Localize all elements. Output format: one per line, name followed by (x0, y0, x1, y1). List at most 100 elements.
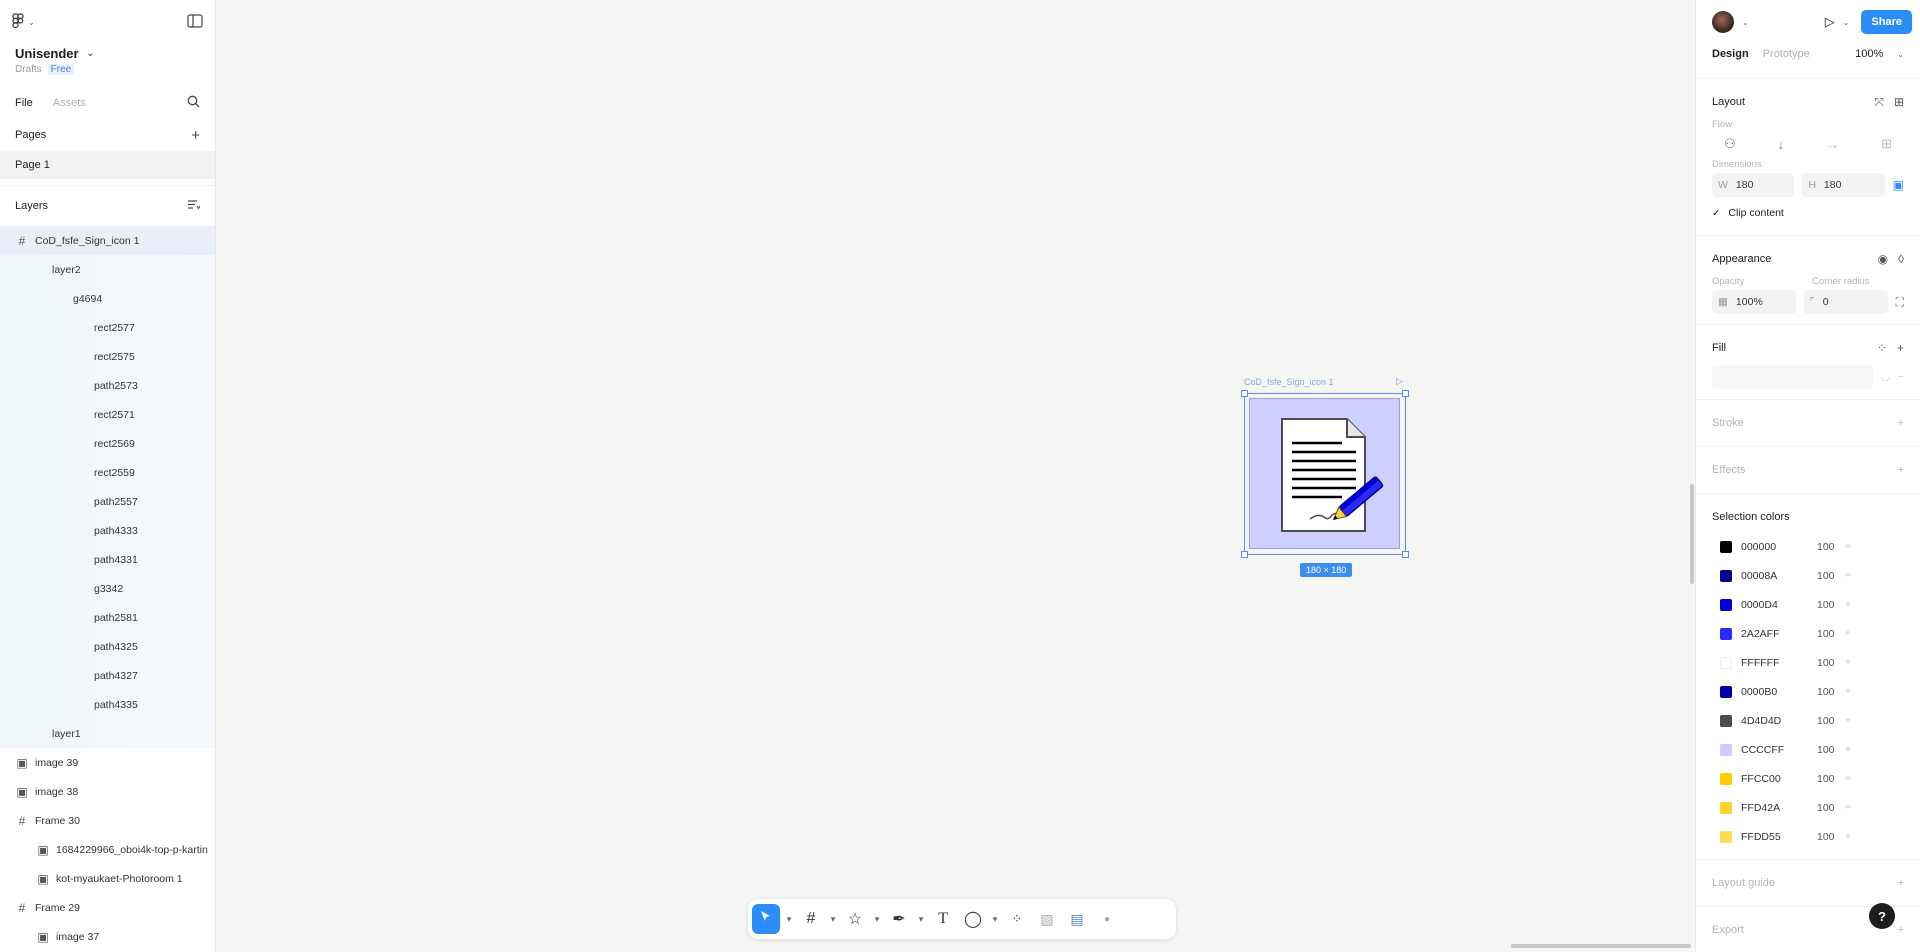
dev-mode-button[interactable]: ▧ (1034, 904, 1060, 934)
resize-to-fit-icon[interactable]: ⤧ (1874, 95, 1884, 110)
layer-item[interactable]: g3342 (0, 574, 215, 603)
layer-item[interactable]: rect2569 (0, 429, 215, 458)
select-matching-icon[interactable]: ⌖ (1845, 598, 1851, 611)
selection-color-row[interactable]: FFCC00 100 ⌖ (1712, 764, 1904, 793)
resize-handle-nw[interactable] (1241, 390, 1248, 397)
tab-file[interactable]: File (15, 97, 33, 109)
comment-tool-chevron-down-icon[interactable]: ▾ (990, 904, 1000, 934)
select-matching-icon[interactable]: ⌖ (1845, 830, 1851, 843)
color-hex[interactable]: 00008A (1741, 570, 1817, 582)
color-swatch[interactable] (1720, 743, 1732, 756)
chevron-down-icon[interactable]: ⌄ (1843, 18, 1850, 27)
color-hex[interactable]: 4D4D4D (1741, 715, 1817, 727)
color-opacity[interactable]: 100 (1817, 657, 1845, 669)
layer-item[interactable]: path4325 (0, 632, 215, 661)
eye-icon[interactable]: ◉ (1878, 252, 1888, 266)
color-opacity[interactable]: 100 (1817, 715, 1845, 727)
text-tool-button[interactable]: T (930, 904, 956, 934)
horizontal-scrollbar[interactable] (1511, 944, 1691, 948)
independent-corners-icon[interactable]: ⛶ (1896, 295, 1904, 310)
height-field[interactable]: H 180 (1802, 173, 1885, 197)
resize-handle-sw[interactable] (1241, 551, 1248, 558)
add-effect-icon[interactable]: + (1898, 464, 1904, 476)
layer-item[interactable]: rect2577 (0, 313, 215, 342)
selection-color-row[interactable]: FFFFFF 100 ⌖ (1712, 648, 1904, 677)
layer-item[interactable]: path2557 (0, 487, 215, 516)
color-opacity[interactable]: 100 (1817, 628, 1845, 640)
color-opacity[interactable]: 100 (1817, 686, 1845, 698)
layer-item[interactable]: layer2 (0, 255, 215, 284)
color-opacity[interactable]: 100 (1817, 541, 1845, 553)
select-matching-icon[interactable]: ⌖ (1845, 540, 1851, 553)
layer-item[interactable]: rect2559 (0, 458, 215, 487)
selection-color-row[interactable]: 4D4D4D 100 ⌖ (1712, 706, 1904, 735)
share-button[interactable]: Share (1861, 10, 1912, 34)
layer-item[interactable]: layer1 (0, 719, 215, 748)
select-matching-icon[interactable]: ⌖ (1845, 656, 1851, 669)
remove-fill-icon[interactable]: − (1898, 371, 1904, 383)
selection-color-row[interactable]: 000000 100 ⌖ (1712, 532, 1904, 561)
frame-name-label[interactable]: CoD_fsfe_Sign_icon 1 (1244, 377, 1334, 387)
color-swatch[interactable] (1720, 627, 1732, 640)
color-swatch[interactable] (1720, 801, 1732, 814)
present-play-icon[interactable]: ▷ (1825, 14, 1835, 30)
canvas[interactable] (217, 0, 1694, 952)
corner-radius-field[interactable]: ⌜ 0 (1803, 290, 1888, 314)
color-swatch[interactable] (1720, 540, 1732, 553)
color-hex[interactable]: FFCC00 (1741, 773, 1817, 785)
width-field[interactable]: W 180 (1712, 173, 1795, 197)
color-swatch[interactable] (1720, 714, 1732, 727)
flow-grid-icon[interactable]: ⊞ (1881, 136, 1892, 152)
design-mode-button[interactable]: ▤ (1064, 904, 1090, 934)
selection-color-row[interactable]: 0000B0 100 ⌖ (1712, 677, 1904, 706)
color-opacity[interactable]: 100 (1817, 773, 1845, 785)
color-hex[interactable]: FFFFFF (1741, 657, 1817, 669)
layer-item[interactable]: g4694 (0, 284, 215, 313)
opacity-field[interactable]: ▦ 100% (1712, 290, 1796, 314)
auto-layout-icon[interactable]: ⊞ (1894, 95, 1904, 110)
constrain-proportions-icon[interactable]: ▣ (1893, 178, 1904, 192)
color-hex[interactable]: 0000D4 (1741, 599, 1817, 611)
tab-design[interactable]: Design (1712, 48, 1749, 60)
color-hex[interactable]: FFDD55 (1741, 831, 1817, 843)
selection-color-row[interactable]: FFDD55 100 ⌖ (1712, 822, 1904, 851)
layer-item[interactable]: # Frame 30 (0, 806, 215, 835)
flow-freeform-icon[interactable]: ⚇ (1724, 136, 1736, 152)
add-export-icon[interactable]: + (1898, 924, 1904, 936)
avatar[interactable] (1712, 11, 1734, 33)
selection-color-row[interactable]: 0000D4 100 ⌖ (1712, 590, 1904, 619)
color-hex[interactable]: FFD42A (1741, 802, 1817, 814)
vertical-scrollbar[interactable] (1690, 484, 1694, 584)
zoom-level[interactable]: 100% (1855, 48, 1883, 60)
select-matching-icon[interactable]: ⌖ (1845, 743, 1851, 756)
layer-item[interactable]: path4333 (0, 516, 215, 545)
select-matching-icon[interactable]: ⌖ (1845, 772, 1851, 785)
layer-item[interactable]: ▣ image 38 (0, 777, 215, 806)
frame-options-icon[interactable]: ▷ (1396, 376, 1403, 387)
flow-vertical-icon[interactable]: ↓ (1778, 137, 1785, 152)
main-menu-button[interactable]: ⌄ (12, 12, 35, 32)
move-tool-chevron-down-icon[interactable]: ▾ (784, 904, 794, 934)
select-matching-icon[interactable]: ⌖ (1845, 685, 1851, 698)
layer-item[interactable]: path4327 (0, 661, 215, 690)
layer-item[interactable]: path4331 (0, 545, 215, 574)
actions-button[interactable]: ⁘ (1004, 904, 1030, 934)
chevron-down-icon[interactable]: ⌄ (1742, 18, 1749, 27)
color-swatch[interactable] (1720, 598, 1732, 611)
layer-item[interactable]: path2581 (0, 603, 215, 632)
add-layout-guide-icon[interactable]: + (1898, 877, 1904, 889)
layer-item[interactable]: ▣ kot-myaukaet-Photoroom 1 (0, 864, 215, 893)
resize-handle-ne[interactable] (1402, 390, 1409, 397)
checkmark-icon[interactable]: ✓ (1712, 208, 1720, 219)
select-matching-icon[interactable]: ⌖ (1845, 627, 1851, 640)
select-matching-icon[interactable]: ⌖ (1845, 714, 1851, 727)
fill-mixed-field[interactable] (1712, 365, 1873, 389)
add-page-icon[interactable]: + (191, 127, 200, 144)
layer-item[interactable]: rect2575 (0, 342, 215, 371)
color-hex[interactable]: CCCCFF (1741, 744, 1817, 756)
selection-color-row[interactable]: CCCCFF 100 ⌖ (1712, 735, 1904, 764)
add-fill-icon[interactable]: + (1897, 341, 1904, 355)
layer-item[interactable]: ▣ 1684229966_oboi4k-top-p-kartin (0, 835, 215, 864)
layer-item[interactable]: ▣ image 39 (0, 748, 215, 777)
color-opacity[interactable]: 100 (1817, 599, 1845, 611)
